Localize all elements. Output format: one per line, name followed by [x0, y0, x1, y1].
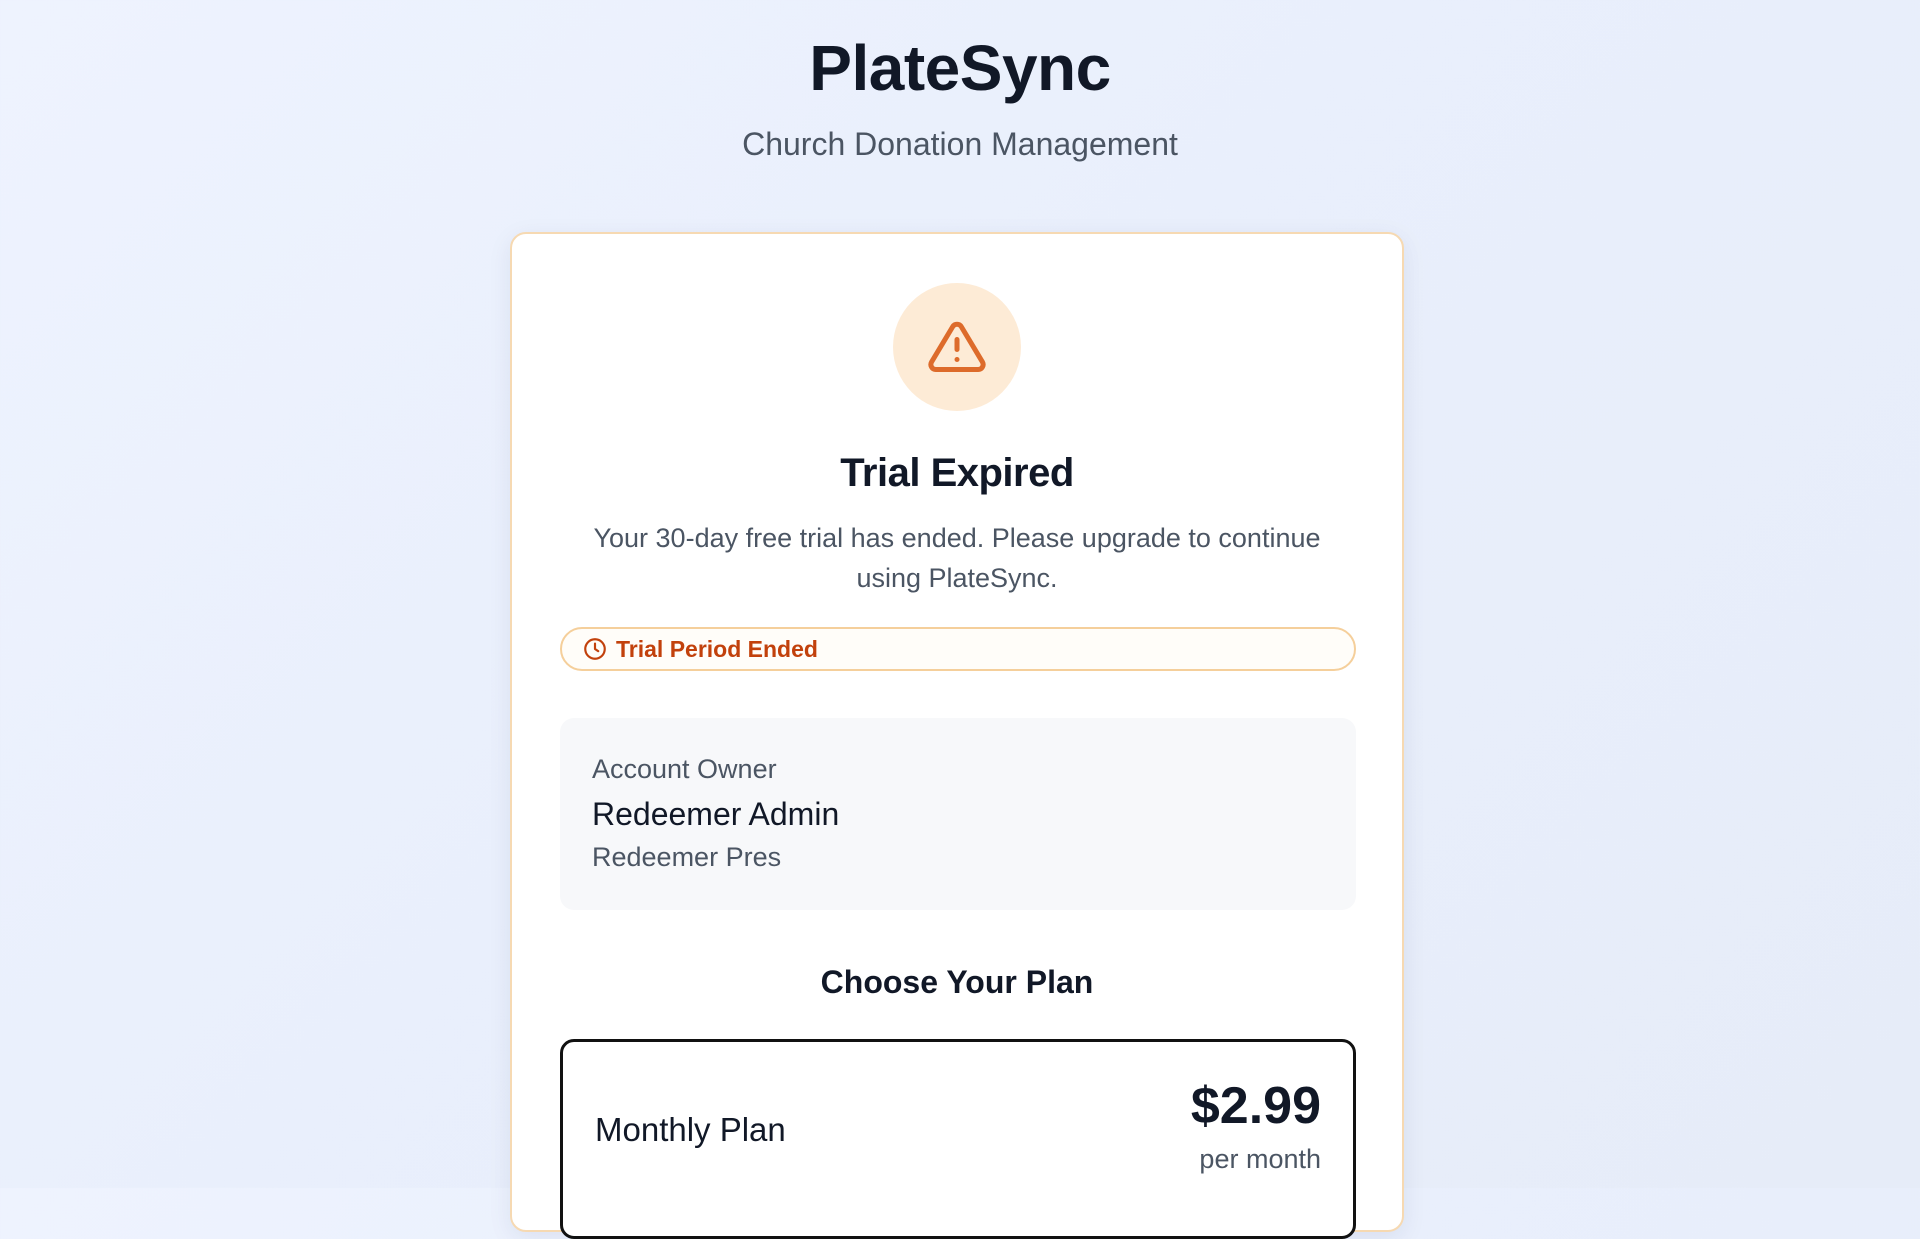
trial-expired-description: Your 30-day free trial has ended. Please…	[593, 523, 1321, 593]
account-owner-panel: Account Owner Redeemer Admin Redeemer Pr…	[560, 718, 1356, 910]
monthly-plan-option[interactable]: Monthly Plan $2.99 per month	[560, 1039, 1356, 1239]
plan-name: Monthly Plan	[595, 1111, 786, 1148]
clock-icon	[582, 636, 608, 662]
account-owner-label: Account Owner	[592, 754, 777, 784]
trial-expired-title: Trial Expired	[840, 451, 1074, 495]
plan-period: per month	[1199, 1144, 1321, 1174]
choose-plan-heading: Choose Your Plan	[820, 964, 1094, 1000]
warning-badge	[893, 283, 1021, 411]
app-subtitle: Church Donation Management	[742, 126, 1178, 162]
trial-expired-card: Trial Expired Your 30-day free trial has…	[510, 232, 1404, 1239]
app-title: PlateSync	[809, 32, 1111, 104]
account-owner-name: Redeemer Admin	[592, 796, 840, 832]
plan-price: $2.99	[1190, 1077, 1321, 1135]
account-organization: Redeemer Pres	[592, 842, 782, 872]
warning-triangle-icon	[928, 321, 986, 372]
trial-status-badge: Trial Period Ended	[560, 627, 1356, 671]
trial-status-label: Trial Period Ended	[616, 635, 818, 662]
